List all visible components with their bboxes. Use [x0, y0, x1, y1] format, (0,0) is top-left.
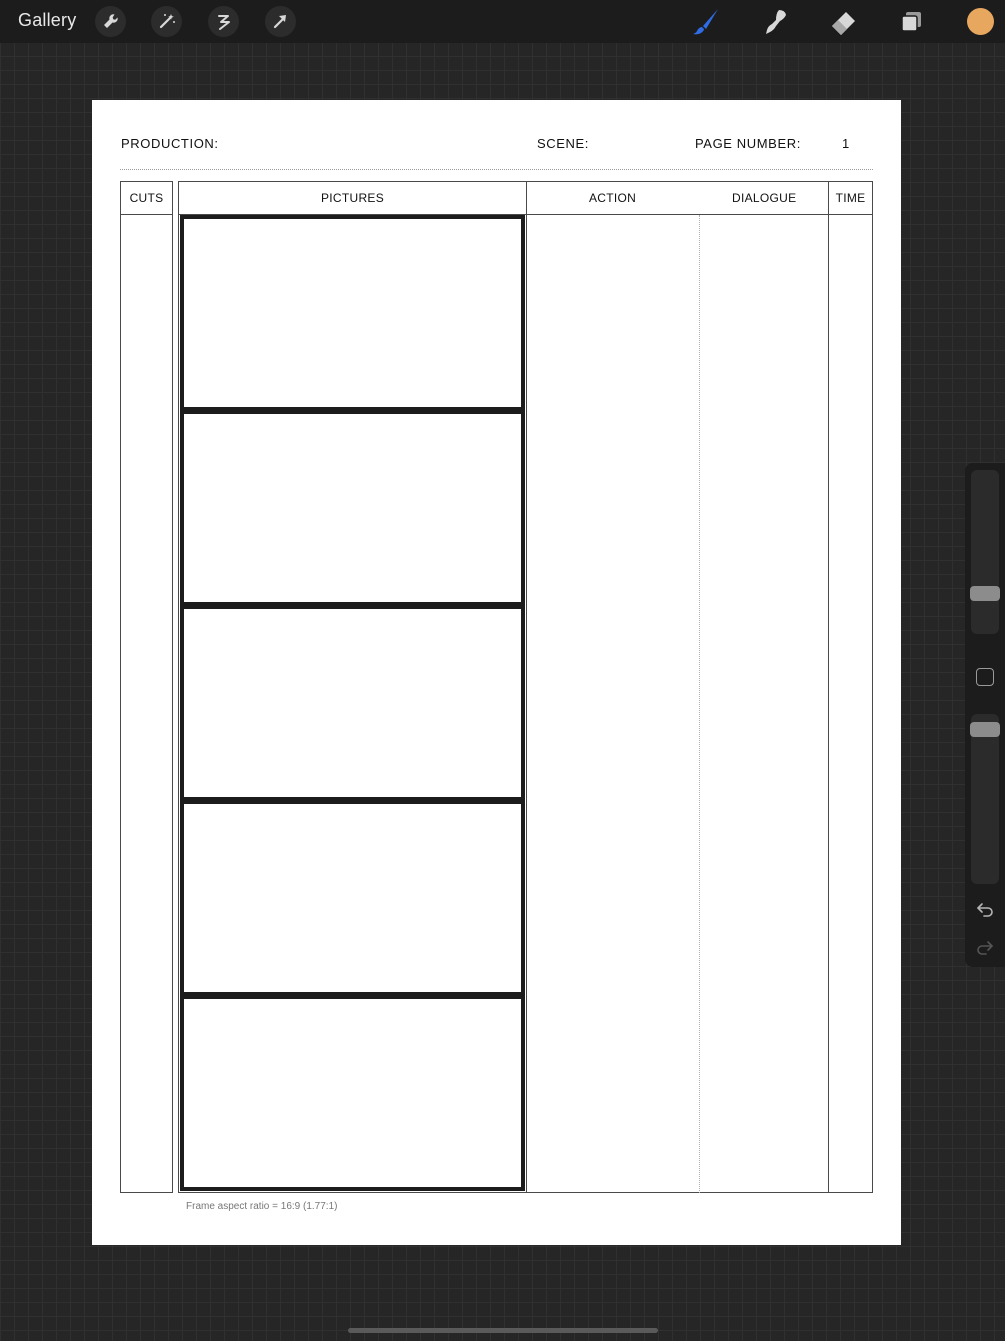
selection-icon	[218, 15, 230, 30]
column-header-rule	[527, 214, 828, 215]
home-indicator[interactable]	[348, 1328, 658, 1333]
brush-size-thumb[interactable]	[970, 586, 1000, 602]
smudge-tool[interactable]	[757, 4, 793, 40]
pictures-header: PICTURES	[320, 191, 385, 205]
eraser-icon	[832, 12, 855, 35]
page-number-value: 1	[842, 136, 850, 151]
color-picker[interactable]	[967, 8, 994, 35]
frame-aspect-note: Frame aspect ratio = 16:9 (1.77:1)	[186, 1201, 338, 1212]
undo-icon	[977, 903, 993, 917]
production-label: PRODUCTION:	[121, 136, 219, 151]
time-header: TIME	[835, 191, 866, 205]
gallery-button[interactable]: Gallery	[18, 10, 76, 31]
picture-frame[interactable]	[180, 410, 525, 606]
eraser-tool[interactable]	[826, 4, 862, 40]
opacity-slider[interactable]	[970, 714, 1000, 884]
actions-button[interactable]	[95, 6, 126, 37]
picture-frame[interactable]	[180, 800, 525, 996]
brush-icon	[693, 9, 718, 35]
picture-frame[interactable]	[180, 215, 525, 411]
redo-icon	[977, 941, 993, 955]
undo-button[interactable]	[975, 900, 995, 918]
transform-arrow-icon	[273, 15, 286, 29]
cuts-header: CUTS	[129, 191, 164, 205]
magic-wand-icon	[159, 14, 175, 29]
brush-size-slider[interactable]	[970, 470, 1000, 634]
column-header-rule	[829, 214, 872, 215]
scene-label: SCENE:	[537, 136, 590, 151]
layers-icon	[901, 12, 921, 32]
brush-tool[interactable]	[689, 4, 725, 40]
redo-button[interactable]	[975, 938, 995, 956]
cuts-column: CUTS	[120, 181, 173, 1193]
picture-frame[interactable]	[180, 605, 525, 801]
action-header: ACTION	[589, 191, 637, 205]
adjustments-button[interactable]	[151, 6, 182, 37]
time-column: TIME	[828, 181, 873, 1193]
header-divider	[120, 169, 873, 170]
sidebar	[965, 463, 1005, 967]
smudge-icon	[766, 10, 786, 34]
canvas-page[interactable]: PRODUCTION: SCENE: PAGE NUMBER: 1 CUTS P…	[92, 100, 901, 1245]
top-toolbar: Gallery	[0, 0, 1005, 43]
dialogue-header: DIALOGUE	[732, 191, 797, 205]
wrench-icon	[104, 14, 118, 28]
transform-button[interactable]	[265, 6, 296, 37]
picture-frame[interactable]	[180, 995, 525, 1191]
action-dialogue-divider	[699, 215, 700, 1193]
page-number-label: PAGE NUMBER:	[695, 136, 801, 151]
layers-tool[interactable]	[894, 4, 930, 40]
opacity-thumb[interactable]	[970, 721, 1000, 737]
selection-button[interactable]	[208, 6, 239, 37]
modify-button[interactable]	[976, 668, 994, 686]
column-header-rule	[121, 214, 172, 215]
action-dialogue-column: ACTION DIALOGUE	[526, 181, 829, 1193]
